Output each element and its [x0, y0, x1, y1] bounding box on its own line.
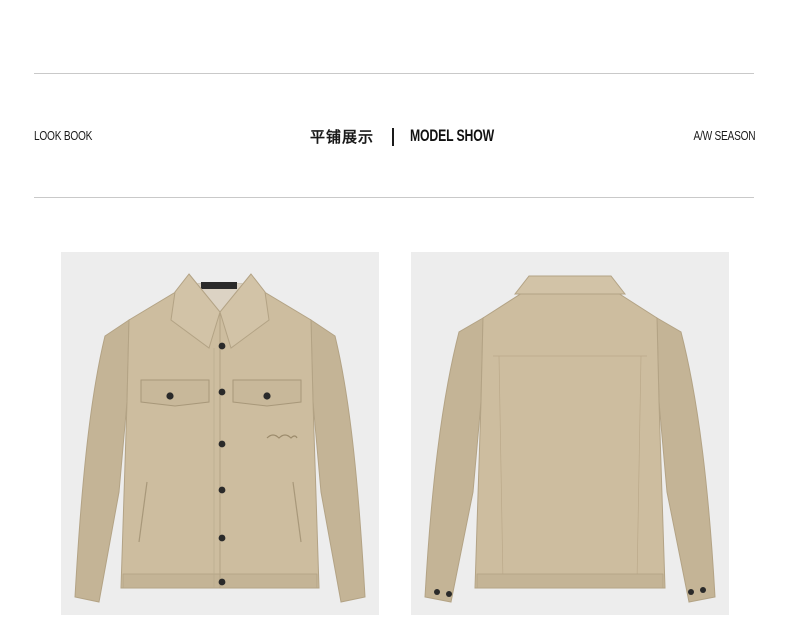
title-separator — [392, 128, 394, 146]
title-chinese: 平铺展示 — [310, 128, 375, 146]
jacket-front-image — [61, 252, 379, 615]
title-english: MODEL SHOW — [410, 126, 495, 145]
section-header: LOOK BOOK 平铺展示 MODEL SHOW A/W SEASON — [34, 124, 755, 150]
season-label: A/W SEASON — [693, 128, 755, 143]
bottom-divider — [34, 197, 754, 198]
section-title: 平铺展示 MODEL SHOW — [310, 124, 494, 150]
jacket-back-image — [411, 252, 729, 615]
lookbook-label: LOOK BOOK — [34, 128, 93, 143]
top-divider — [34, 73, 754, 74]
